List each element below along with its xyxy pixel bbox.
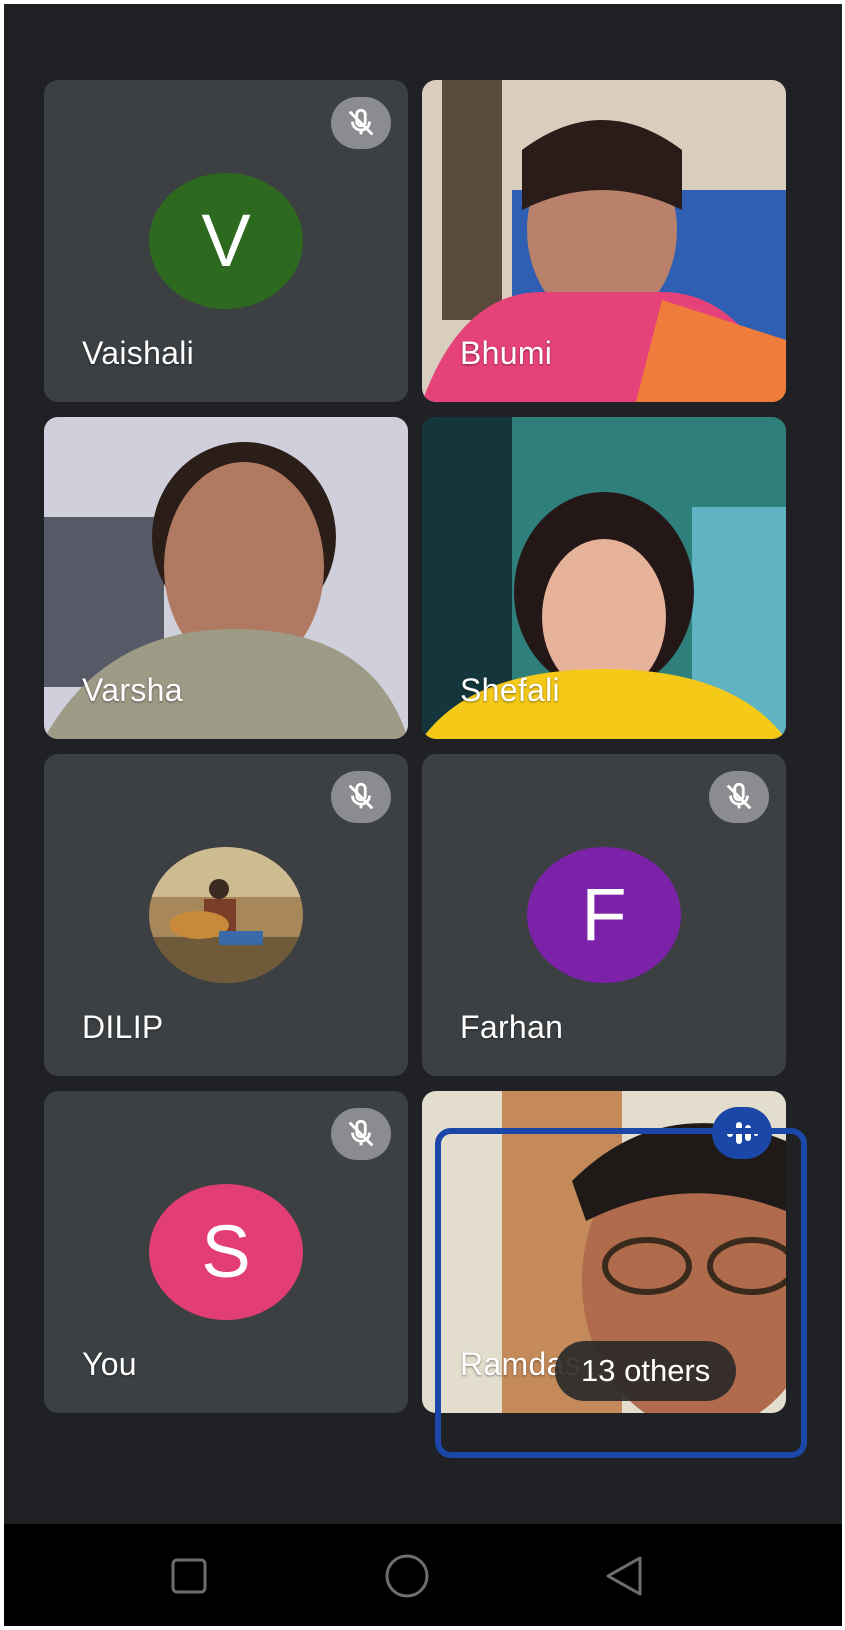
participant-name: DILIP bbox=[82, 1009, 164, 1045]
avatar-photo bbox=[149, 847, 303, 983]
participant-name: Farhan bbox=[460, 1009, 564, 1045]
participant-tile-shefali[interactable]: Shefali bbox=[422, 417, 786, 739]
recents-square-icon[interactable] bbox=[159, 1546, 219, 1606]
participant-tile-dilip[interactable]: DILIP bbox=[44, 754, 408, 1076]
participant-tile-ramdas[interactable]: Ramdas 13 others bbox=[422, 1091, 786, 1413]
avatar: F bbox=[527, 847, 681, 983]
home-circle-icon[interactable] bbox=[377, 1546, 437, 1606]
mic-off-icon bbox=[709, 771, 769, 823]
mic-off-icon bbox=[331, 771, 391, 823]
back-triangle-icon[interactable] bbox=[594, 1546, 654, 1606]
meeting-screen: V Vaishali Bhumi Varsha Shefali DILIP F … bbox=[4, 4, 842, 1626]
participant-name: You bbox=[82, 1346, 137, 1382]
participant-name: Varsha bbox=[82, 672, 183, 708]
participant-name: Bhumi bbox=[460, 335, 553, 371]
participant-tile-you[interactable]: S You bbox=[44, 1091, 408, 1413]
avatar: S bbox=[149, 1184, 303, 1320]
mic-off-icon bbox=[331, 1108, 391, 1160]
mic-off-icon bbox=[331, 97, 391, 149]
participant-tile-varsha[interactable]: Varsha bbox=[44, 417, 408, 739]
participant-name: Shefali bbox=[460, 672, 560, 708]
participant-tile-vaishali[interactable]: V Vaishali bbox=[44, 80, 408, 402]
participant-name: Vaishali bbox=[82, 335, 195, 371]
participant-tile-bhumi[interactable]: Bhumi bbox=[422, 80, 786, 402]
participant-tile-farhan[interactable]: F Farhan bbox=[422, 754, 786, 1076]
audio-wave-icon bbox=[712, 1107, 772, 1159]
system-navigation-bar bbox=[4, 1524, 842, 1626]
avatar: V bbox=[149, 173, 303, 309]
others-count-chip[interactable]: 13 others bbox=[555, 1341, 737, 1401]
